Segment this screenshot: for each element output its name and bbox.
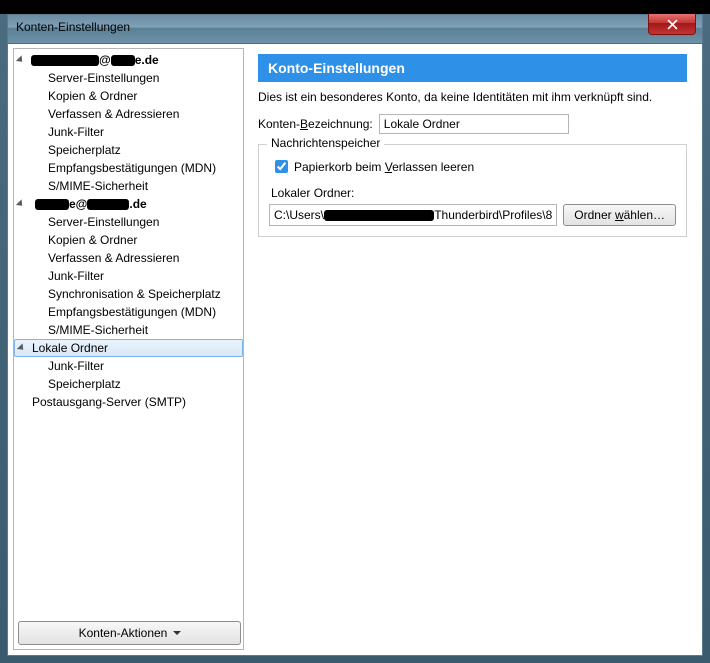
empty-trash-checkbox[interactable]: [275, 160, 288, 173]
account-email-suffix: e.de: [135, 51, 159, 69]
settings-panel: Konto-Einstellungen Dies ist ein besonde…: [244, 48, 697, 650]
account-tree[interactable]: @ e.de Server-Einstellungen Kopien & Ord…: [14, 49, 243, 617]
redacted: [87, 199, 129, 210]
account-actions-label: Konten-Aktionen: [79, 626, 168, 640]
tree-item-junk-filter[interactable]: Junk-Filter: [14, 357, 243, 375]
expand-icon[interactable]: [18, 56, 27, 65]
dialog-window: Konten-Einstellungen @ e.de: [7, 14, 703, 656]
panel-heading: Konto-Einstellungen: [258, 54, 687, 82]
account-name-input[interactable]: [379, 114, 569, 134]
group-legend: Nachrichtenspeicher: [267, 136, 384, 150]
titlebar[interactable]: Konten-Einstellungen: [8, 15, 702, 44]
local-folder-path[interactable]: C:\Users\ Thunderbird\Profiles\8: [269, 204, 557, 226]
account-tree-sidebar: @ e.de Server-Einstellungen Kopien & Ord…: [13, 48, 244, 650]
tree-item-local-folders[interactable]: Lokale Ordner: [14, 339, 243, 357]
tree-item-mdn[interactable]: Empfangsbestätigungen (MDN): [14, 303, 243, 321]
redacted: [111, 55, 135, 66]
account-name-label: Konten-Bezeichnung:: [258, 117, 373, 131]
account-email-mid: @: [99, 51, 111, 69]
expand-icon[interactable]: [19, 344, 28, 353]
tree-item-compose-address[interactable]: Verfassen & Adressieren: [14, 105, 243, 123]
empty-trash-row[interactable]: Papierkorb beim Verlassen leeren: [271, 157, 676, 176]
local-folder-label: Lokaler Ordner:: [271, 186, 676, 200]
tree-item-server-settings[interactable]: Server-Einstellungen: [14, 69, 243, 87]
tree-item-diskspace[interactable]: Speicherplatz: [14, 141, 243, 159]
panel-description: Dies ist ein besonderes Konto, da keine …: [258, 90, 687, 104]
tree-item-junk-filter[interactable]: Junk-Filter: [14, 267, 243, 285]
account-email-mid: e@: [69, 195, 87, 213]
account-node-2[interactable]: e@ .de: [14, 195, 243, 213]
tree-item-label: Lokale Ordner: [32, 340, 108, 356]
tree-item-mdn[interactable]: Empfangsbestätigungen (MDN): [14, 159, 243, 177]
empty-trash-label: Papierkorb beim Verlassen leeren: [294, 160, 474, 174]
expand-icon[interactable]: [18, 200, 27, 209]
account-email-suffix: .de: [129, 195, 146, 213]
window-title: Konten-Einstellungen: [16, 20, 130, 34]
close-button[interactable]: [648, 14, 696, 35]
account-actions-button[interactable]: Konten-Aktionen: [18, 621, 241, 645]
tree-item-copies-folders[interactable]: Kopien & Ordner: [14, 87, 243, 105]
redacted: [324, 210, 434, 221]
tree-item-sync-diskspace[interactable]: Synchronisation & Speicherplatz: [14, 285, 243, 303]
close-icon: [667, 19, 678, 30]
tree-item-server-settings[interactable]: Server-Einstellungen: [14, 213, 243, 231]
message-store-group: Nachrichtenspeicher Papierkorb beim Verl…: [258, 144, 687, 237]
tree-item-diskspace[interactable]: Speicherplatz: [14, 375, 243, 393]
chevron-down-icon: [173, 631, 180, 635]
redacted: [31, 55, 99, 66]
tree-item-smime[interactable]: S/MIME-Sicherheit: [14, 321, 243, 339]
tree-item-smime[interactable]: S/MIME-Sicherheit: [14, 177, 243, 195]
tree-item-copies-folders[interactable]: Kopien & Ordner: [14, 231, 243, 249]
tree-item-compose-address[interactable]: Verfassen & Adressieren: [14, 249, 243, 267]
tree-item-junk-filter[interactable]: Junk-Filter: [14, 123, 243, 141]
browse-folder-button[interactable]: Ordner wählen…: [563, 204, 676, 226]
account-node-1[interactable]: @ e.de: [14, 51, 243, 69]
redacted: [35, 199, 69, 210]
tree-item-smtp[interactable]: Postausgang-Server (SMTP): [14, 393, 243, 411]
